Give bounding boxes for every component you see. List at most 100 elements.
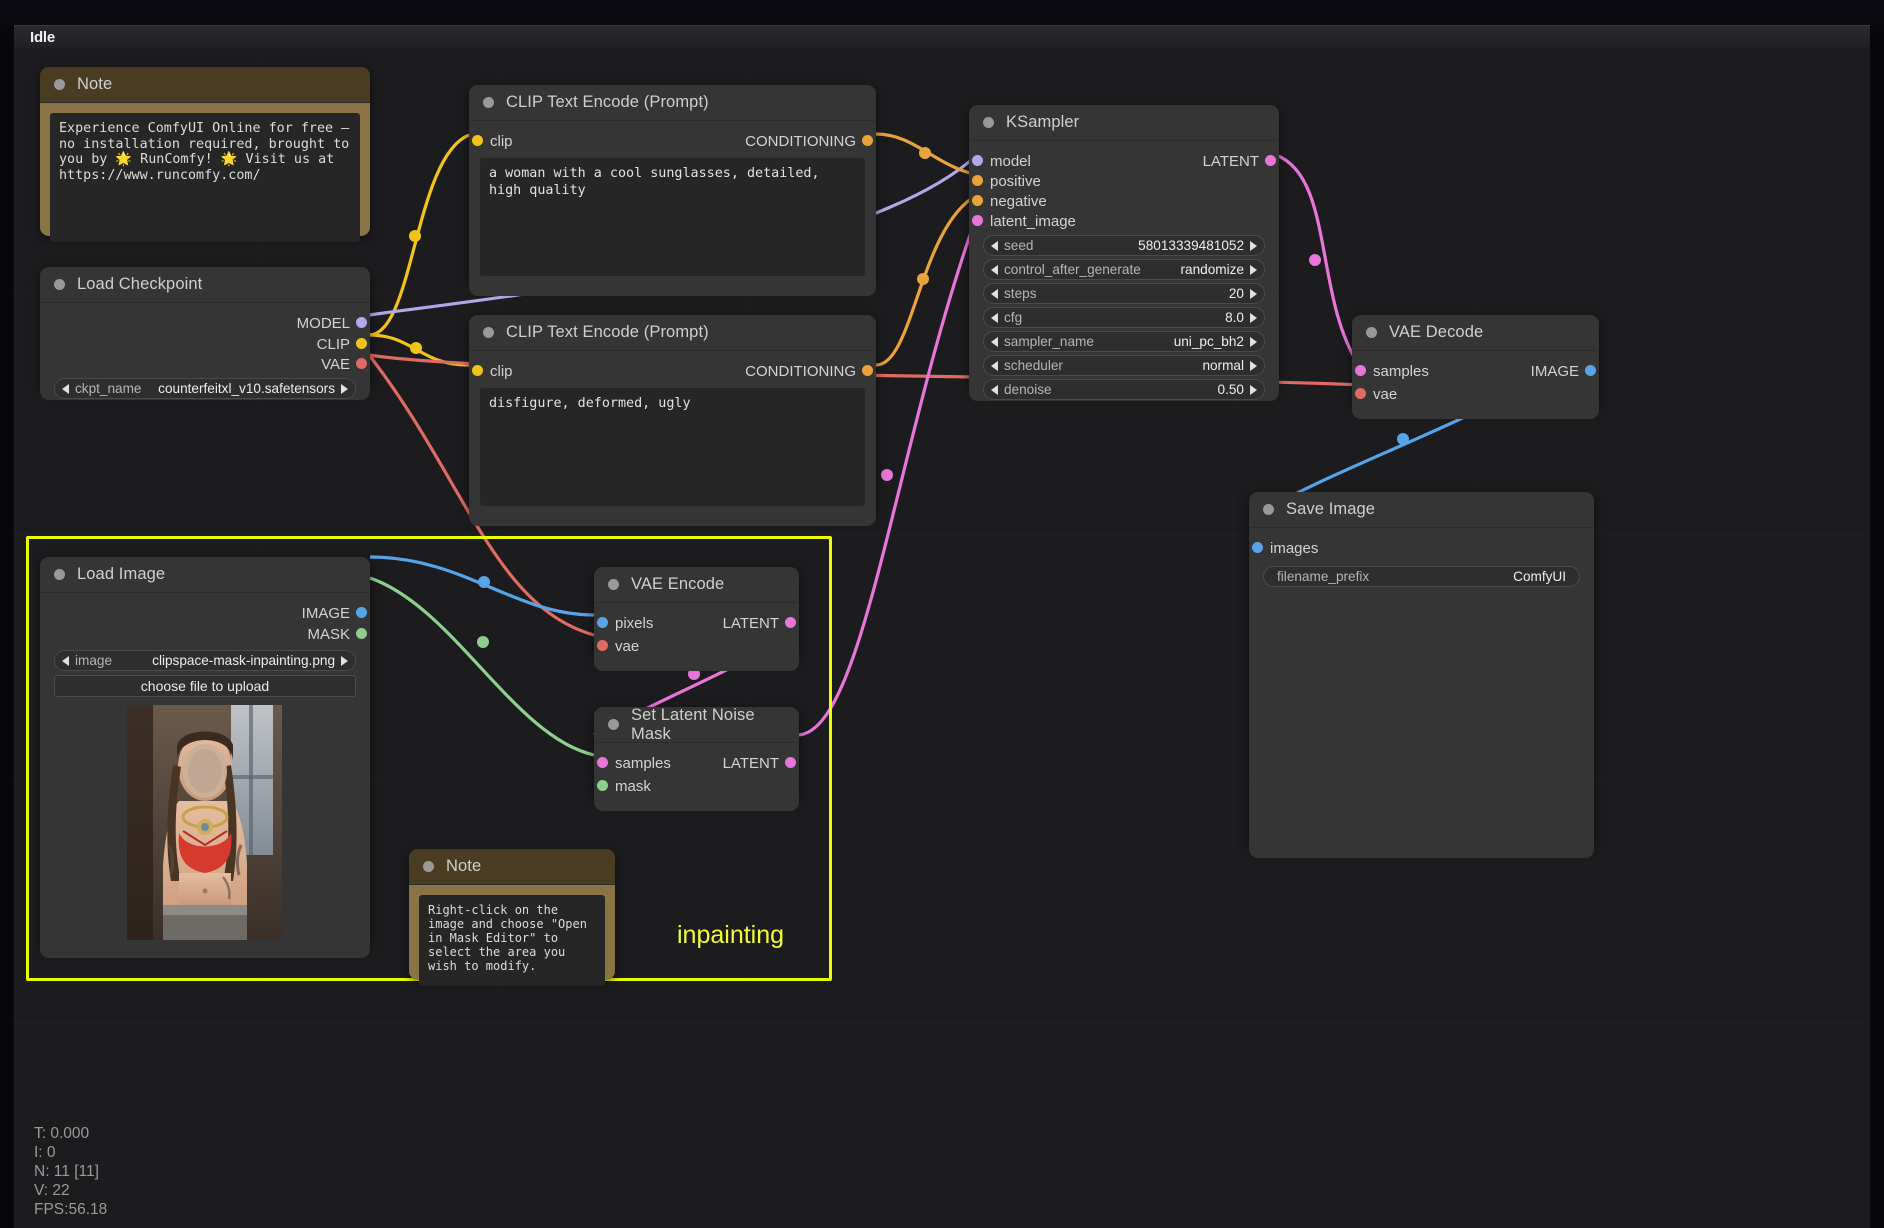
node-collapse-dot[interactable] [54,279,65,290]
input-slot-clip[interactable]: clip [490,133,513,150]
widget-filename-prefix[interactable]: filename_prefix ComfyUI [1263,566,1580,587]
node-collapse-dot[interactable] [483,97,494,108]
widget-denoise[interactable]: denoise 0.50 [983,379,1265,400]
input-dot-mask[interactable] [597,780,608,791]
chevron-right-icon[interactable] [1250,265,1257,275]
chevron-right-icon[interactable] [1250,337,1257,347]
input-slot-vae[interactable]: vae [1373,386,1397,403]
node-collapse-dot[interactable] [608,719,619,730]
widget-image-file[interactable]: image clipspace-mask-inpainting.png [54,650,356,671]
node-collapse-dot[interactable] [1263,504,1274,515]
node-ksampler[interactable]: KSampler model positive negative latent_… [969,105,1279,390]
note-text[interactable]: Right-click on the image and choose "Ope… [419,895,605,986]
input-dot-images[interactable] [1252,542,1263,553]
chevron-right-icon[interactable] [1250,289,1257,299]
chevron-right-icon[interactable] [1250,241,1257,251]
node-collapse-dot[interactable] [1366,327,1377,338]
node-title-bar[interactable]: Load Checkpoint [40,267,370,303]
choose-file-upload-button[interactable]: choose file to upload [54,675,356,697]
node-title-bar[interactable]: CLIP Text Encode (Prompt) [469,315,876,351]
chevron-right-icon[interactable] [1250,313,1257,323]
chevron-left-icon[interactable] [62,384,69,394]
node-vae-decode[interactable]: VAE Decode samples vae IMAGE [1352,315,1599,408]
output-slot-model[interactable]: MODEL [297,315,350,332]
widget-ckpt-name[interactable]: ckpt_name counterfeitxl_v10.safetensors [54,378,356,399]
prompt-textarea[interactable]: disfigure, deformed, ugly [480,388,865,506]
chevron-right-icon[interactable] [341,384,348,394]
chevron-right-icon[interactable] [1250,361,1257,371]
input-slot-latent-image[interactable]: latent_image [990,213,1076,230]
output-dot-image[interactable] [356,607,367,618]
node-title-bar[interactable]: VAE Encode [594,567,799,603]
input-slot-pixels[interactable]: pixels [615,615,653,632]
input-dot-vae[interactable] [1355,388,1366,399]
output-dot-latent[interactable] [785,617,796,628]
output-slot-latent[interactable]: LATENT [723,755,779,772]
node-note-bottom[interactable]: Note Right-click on the image and choose… [409,849,615,979]
input-slot-images[interactable]: images [1270,540,1318,557]
chevron-right-icon[interactable] [341,656,348,666]
node-title-bar[interactable]: Load Image [40,557,370,593]
output-slot-image[interactable]: IMAGE [1531,363,1579,380]
image-preview[interactable] [127,705,282,940]
input-dot-negative[interactable] [972,195,983,206]
chevron-left-icon[interactable] [991,289,998,299]
output-slot-image[interactable]: IMAGE [302,605,350,622]
input-dot-positive[interactable] [972,175,983,186]
input-dot-pixels[interactable] [597,617,608,628]
chevron-left-icon[interactable] [991,241,998,251]
node-clip-text-encode-negative[interactable]: CLIP Text Encode (Prompt) clip CONDITION… [469,315,876,515]
output-slot-latent[interactable]: LATENT [1203,153,1259,170]
output-dot-model[interactable] [356,317,367,328]
node-collapse-dot[interactable] [483,327,494,338]
input-dot-latent-image[interactable] [972,215,983,226]
widget-steps[interactable]: steps 20 [983,283,1265,304]
input-slot-vae[interactable]: vae [615,638,639,655]
node-collapse-dot[interactable] [54,569,65,580]
node-collapse-dot[interactable] [608,579,619,590]
widget-control-after-generate[interactable]: control_after_generate randomize [983,259,1265,280]
node-title-bar[interactable]: Set Latent Noise Mask [594,707,799,743]
node-title-bar[interactable]: Note [409,849,615,885]
prompt-textarea[interactable]: a woman with a cool sunglasses, detailed… [480,158,865,276]
node-title-bar[interactable]: Save Image [1249,492,1594,528]
node-save-image[interactable]: Save Image images filename_prefix ComfyU… [1249,492,1594,847]
widget-cfg[interactable]: cfg 8.0 [983,307,1265,328]
chevron-left-icon[interactable] [62,656,69,666]
note-text[interactable]: Experience ComfyUI Online for free — no … [50,113,360,242]
node-vae-encode[interactable]: VAE Encode pixels vae LATENT [594,567,799,660]
node-title-bar[interactable]: VAE Decode [1352,315,1599,351]
output-slot-mask[interactable]: MASK [307,626,350,643]
input-dot-clip[interactable] [472,365,483,376]
node-title-bar[interactable]: CLIP Text Encode (Prompt) [469,85,876,121]
input-slot-samples[interactable]: samples [615,755,671,772]
chevron-right-icon[interactable] [1250,385,1257,395]
input-slot-negative[interactable]: negative [990,193,1047,210]
output-slot-conditioning[interactable]: CONDITIONING [745,133,856,150]
node-load-checkpoint[interactable]: Load Checkpoint MODEL CLIP VAE ckpt_name… [40,267,370,389]
input-slot-samples[interactable]: samples [1373,363,1429,380]
input-slot-clip[interactable]: clip [490,363,513,380]
node-note-top[interactable]: Note Experience ComfyUI Online for free … [40,67,370,235]
widget-sampler-name[interactable]: sampler_name uni_pc_bh2 [983,331,1265,352]
input-dot-clip[interactable] [472,135,483,146]
node-load-image[interactable]: Load Image IMAGE MASK image clipspace-ma… [40,557,370,947]
graph-canvas[interactable]: inpainting Note Experience ComfyUI Onlin… [14,47,1870,1228]
output-dot-latent[interactable] [785,757,796,768]
output-slot-conditioning[interactable]: CONDITIONING [745,363,856,380]
output-dot-clip[interactable] [356,338,367,349]
node-collapse-dot[interactable] [54,79,65,90]
chevron-left-icon[interactable] [991,313,998,323]
output-dot-conditioning[interactable] [862,135,873,146]
node-collapse-dot[interactable] [983,117,994,128]
chevron-left-icon[interactable] [991,385,998,395]
input-dot-samples[interactable] [597,757,608,768]
node-clip-text-encode-positive[interactable]: CLIP Text Encode (Prompt) clip CONDITION… [469,85,876,285]
output-slot-vae[interactable]: VAE [321,356,350,373]
input-dot-vae[interactable] [597,640,608,651]
input-dot-samples[interactable] [1355,365,1366,376]
output-dot-mask[interactable] [356,628,367,639]
output-dot-conditioning[interactable] [862,365,873,376]
widget-seed[interactable]: seed 58013339481052 [983,235,1265,256]
output-slot-clip[interactable]: CLIP [317,336,350,353]
